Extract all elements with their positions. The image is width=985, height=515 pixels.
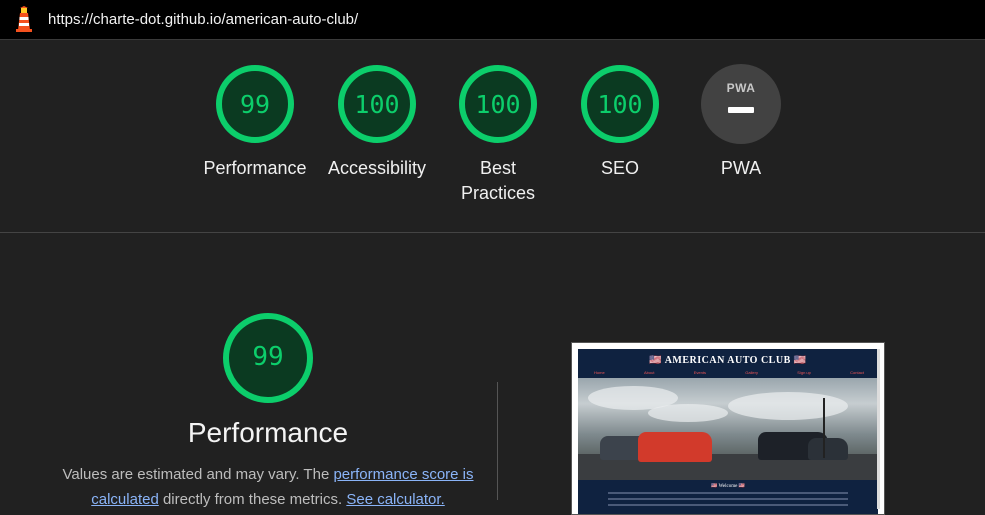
site-preview: 🇺🇸 AMERICAN AUTO CLUB 🇺🇸 Home About Even… [578,349,878,514]
gauge-label: PWA [720,158,762,178]
gauge-score: 100 [597,90,643,119]
see-calculator-link[interactable]: See calculator. [346,491,444,508]
gauge-accessibility[interactable]: 100 Accessibility [317,64,437,181]
page-url[interactable]: https://charte-dot.github.io/american-au… [48,11,358,28]
gauge-label: Best Practices [460,158,536,203]
site-nav-item: Contact [850,370,864,375]
pwa-badge-text: PWA [726,81,756,95]
site-body-text [608,492,848,510]
performance-title: Performance [187,417,349,448]
gauge-pwa[interactable]: PWA PWA [681,64,801,181]
car-dark-right [808,438,848,460]
desc-text: directly from these metrics. [158,491,347,508]
site-welcome: 🇺🇸 Welcome 🇺🇸 [711,484,745,489]
hero-image [578,378,878,480]
site-nav-item: Events [693,370,706,375]
gauge-label: Performance [203,158,307,178]
gauge-seo[interactable]: 100 SEO [560,64,680,181]
site-title: 🇺🇸 AMERICAN AUTO CLUB 🇺🇸 [649,355,807,366]
utility-pole [823,398,825,458]
lighthouse-icon [16,6,32,32]
pwa-dash-icon [728,107,754,113]
gauge-label: Accessibility [327,158,427,178]
site-nav-item: Sign up [797,370,811,375]
gauge-score: 100 [475,90,521,119]
gauge-score: 99 [239,90,271,119]
page-screenshot-thumbnail[interactable]: 🇺🇸 AMERICAN AUTO CLUB 🇺🇸 Home About Even… [571,342,885,515]
performance-description: Values are estimated and may vary. The p… [60,462,476,512]
thumbnail-scrollbar [877,349,880,509]
url-bar: https://charte-dot.github.io/american-au… [0,0,985,40]
gauge-best-practices[interactable]: 100 Best Practices [438,64,558,206]
section-divider [0,232,985,233]
gauge-label: SEO [600,158,639,178]
gauge-performance[interactable]: 99 Performance [195,64,315,181]
vertical-divider [497,382,498,500]
desc-text: Values are estimated and may vary. The [62,466,334,483]
site-nav-item: Home [594,370,605,375]
pwa-badge: PWA [701,64,781,144]
site-nav-item: Gallery [745,370,758,375]
car-red [638,432,712,462]
performance-score: 99 [252,342,284,372]
site-nav: Home About Events Gallery Sign up Contac… [594,370,864,375]
gauge-score: 100 [354,90,400,119]
score-gauges: 99 Performance 100 Accessibility 100 Bes… [0,40,985,232]
site-nav-item: About [643,370,655,375]
